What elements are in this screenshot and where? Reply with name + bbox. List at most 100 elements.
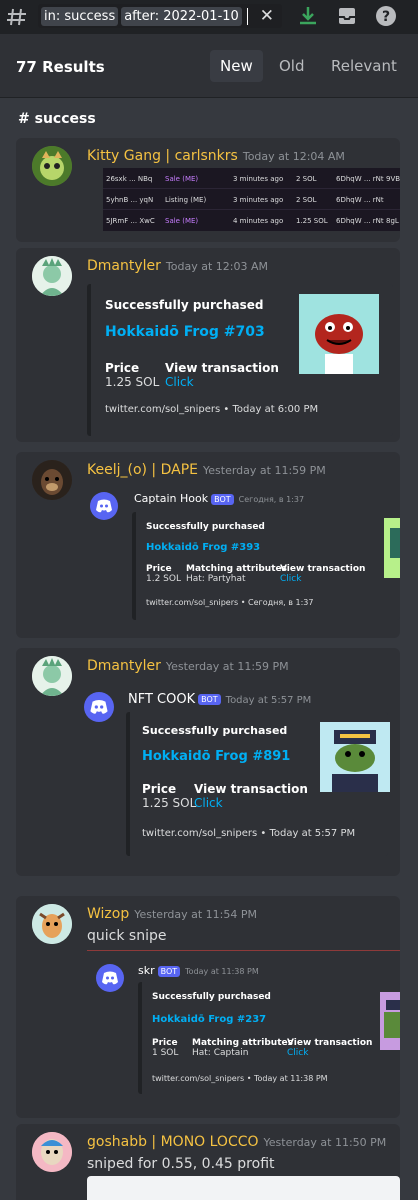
author-name[interactable]: Dmantyler bbox=[87, 658, 161, 674]
hash-icon bbox=[7, 8, 26, 26]
table-cell: 6DhqW ... rNt bbox=[336, 175, 384, 183]
tab-new[interactable]: New bbox=[210, 50, 263, 82]
help-icon[interactable]: ? bbox=[375, 5, 397, 27]
tab-relevant[interactable]: Relevant bbox=[321, 50, 407, 82]
table-cell: Sale (ME) bbox=[165, 217, 199, 225]
search-input[interactable]: in: success after: 2022-01-10 ✕ bbox=[38, 4, 282, 28]
bot-name[interactable]: skr bbox=[138, 964, 155, 977]
message-author[interactable]: Dmantyler Today at 12:03 AM bbox=[87, 258, 268, 274]
transaction-field: View transaction Click bbox=[194, 782, 308, 810]
field-name: Price bbox=[142, 782, 177, 796]
search-filter-chip[interactable]: in: success bbox=[41, 6, 119, 26]
message-author[interactable]: Keelj_(o) | DAPE Yesterday at 11:59 PM bbox=[87, 462, 326, 478]
timestamp: Today at 12:03 AM bbox=[165, 260, 268, 273]
field-name: View transaction bbox=[194, 782, 308, 796]
timestamp: Today at 5:57 PM bbox=[225, 695, 312, 706]
bot-name[interactable]: Captain Hook bbox=[134, 492, 208, 505]
message-text: quick snipe bbox=[87, 928, 167, 944]
embed-footer: twitter.com/sol_snipers • Today at 11:38… bbox=[152, 1074, 328, 1083]
message-author[interactable]: Dmantyler Yesterday at 11:59 PM bbox=[87, 658, 289, 674]
attachment-image[interactable] bbox=[87, 1176, 400, 1200]
search-result[interactable]: Kitty Gang | carlsnkrs Today at 12:04 AM … bbox=[16, 138, 400, 242]
table-cell: 5yhnB ... yqN bbox=[106, 196, 154, 204]
bot-author[interactable]: NFT COOK BOT Today at 5:57 PM bbox=[128, 692, 311, 707]
search-filter-chip[interactable]: after: 2022-01-10 bbox=[121, 6, 242, 26]
bot-author[interactable]: skr BOT Today at 11:38 PM bbox=[138, 964, 259, 977]
bot-badge: BOT bbox=[198, 694, 221, 705]
field-value: 1.25 SOL bbox=[142, 796, 197, 810]
embed-footer: twitter.com/sol_snipers • Today at 6:00 … bbox=[105, 404, 319, 415]
table-cell: Listing (ME) bbox=[165, 196, 207, 204]
avatar bbox=[32, 656, 72, 696]
table-cell: 5JRmF ... XwC bbox=[106, 217, 155, 225]
timestamp: Yesterday at 11:59 PM bbox=[165, 660, 289, 673]
transaction-link[interactable]: Click bbox=[280, 574, 365, 584]
author-name[interactable]: Dmantyler bbox=[87, 258, 161, 274]
table-cell: 6DhqW ... rNt bbox=[336, 217, 384, 225]
embed-link[interactable]: Hokkaidō Frog #393 bbox=[146, 542, 400, 553]
table-cell: 1.25 SOL bbox=[296, 217, 328, 225]
author-name[interactable]: Keelj_(o) | DAPE bbox=[87, 462, 198, 478]
top-bar: in: success after: 2022-01-10 ✕ ? bbox=[0, 0, 418, 34]
field-value: 1.25 SOL bbox=[105, 375, 160, 389]
embed-title: Successfully purchased bbox=[152, 992, 271, 1002]
search-results-pane: # success Kitty Gang | carlsnkrs Today at… bbox=[0, 98, 418, 1200]
transaction-link[interactable]: Click bbox=[287, 1048, 372, 1058]
avatar bbox=[32, 256, 72, 296]
table-cell: 8gL bbox=[386, 217, 399, 225]
search-result[interactable]: Keelj_(o) | DAPE Yesterday at 11:59 PM Ca… bbox=[16, 452, 400, 638]
nft-thumbnail[interactable] bbox=[384, 518, 400, 578]
search-result[interactable]: Dmantyler Yesterday at 11:59 PM NFT COOK B… bbox=[16, 648, 400, 876]
search-result[interactable]: goshabb | MONO LOCCO Yesterday at 11:50 P… bbox=[16, 1124, 400, 1200]
embed: Successfully purchased Hokkaidō Frog #89… bbox=[126, 712, 390, 856]
transaction-field: View transaction Click bbox=[280, 564, 365, 584]
author-name[interactable]: Kitty Gang | carlsnkrs bbox=[87, 148, 238, 164]
field-name: Matching attributes bbox=[192, 1038, 293, 1048]
price-field: Price 1.2 SOL bbox=[146, 564, 181, 584]
timestamp: Yesterday at 11:54 PM bbox=[134, 908, 258, 921]
bot-badge: BOT bbox=[157, 965, 181, 977]
tab-old[interactable]: Old bbox=[269, 50, 315, 82]
discord-icon bbox=[84, 692, 114, 722]
message-author[interactable]: Wizop Yesterday at 11:54 PM bbox=[87, 906, 257, 922]
field-value: 1.2 SOL bbox=[146, 574, 181, 584]
transaction-link[interactable]: Click bbox=[165, 375, 279, 389]
message-author[interactable]: goshabb | MONO LOCCO Yesterday at 11:50 P… bbox=[87, 1134, 386, 1150]
results-count: 77 Results bbox=[16, 58, 105, 76]
message-text: sniped for 0.55, 0.45 profit bbox=[87, 1156, 275, 1172]
new-messages-divider bbox=[87, 950, 400, 951]
attributes-field: Matching attributes Hat: Captain bbox=[192, 1038, 293, 1058]
nft-thumbnail[interactable] bbox=[320, 722, 390, 792]
inbox-icon[interactable] bbox=[336, 5, 358, 27]
bot-author[interactable]: Captain Hook BOT Сегодня, в 1:37 bbox=[134, 492, 304, 505]
table-cell: 2 SOL bbox=[296, 175, 317, 183]
message-author[interactable]: Kitty Gang | carlsnkrs Today at 12:04 AM bbox=[87, 148, 345, 164]
field-name: Matching attributes bbox=[186, 564, 287, 574]
field-value: Hat: Partyhat bbox=[186, 574, 246, 584]
embed-link[interactable]: Hokkaidō Frog #237 bbox=[152, 1014, 400, 1025]
field-name: View transaction bbox=[280, 564, 366, 574]
results-header: 77 Results New Old Relevant bbox=[0, 34, 418, 98]
field-name: View transaction bbox=[165, 361, 279, 375]
author-name[interactable]: goshabb | MONO LOCCO bbox=[87, 1134, 259, 1150]
close-icon[interactable]: ✕ bbox=[260, 6, 274, 26]
bot-name[interactable]: NFT COOK bbox=[128, 692, 195, 707]
nft-thumbnail[interactable] bbox=[299, 294, 379, 374]
table-row: 26sxk ... NBq Sale (ME) 3 minutes ago 2 … bbox=[103, 168, 400, 189]
author-name[interactable]: Wizop bbox=[87, 906, 129, 922]
avatar bbox=[32, 146, 72, 186]
download-icon[interactable] bbox=[297, 5, 319, 27]
search-result[interactable]: Wizop Yesterday at 11:54 PM quick snipe s… bbox=[16, 896, 400, 1118]
price-field: Price 1.25 SOL bbox=[105, 361, 159, 389]
avatar bbox=[32, 904, 72, 944]
field-value: Hat: Captain bbox=[192, 1048, 249, 1058]
transaction-link[interactable]: Click bbox=[194, 796, 308, 810]
discord-icon bbox=[90, 492, 118, 520]
table-cell: 3 minutes ago bbox=[233, 175, 284, 183]
nft-thumbnail[interactable] bbox=[380, 992, 400, 1050]
sales-table-image: 26sxk ... NBq Sale (ME) 3 minutes ago 2 … bbox=[103, 168, 400, 231]
embed: Successfully purchased Hokkaidō Frog #23… bbox=[138, 982, 400, 1094]
search-result[interactable]: Dmantyler Today at 12:03 AM Successfully … bbox=[16, 248, 400, 442]
transaction-field: View transaction Click bbox=[165, 361, 279, 389]
field-name: Price bbox=[105, 361, 140, 375]
